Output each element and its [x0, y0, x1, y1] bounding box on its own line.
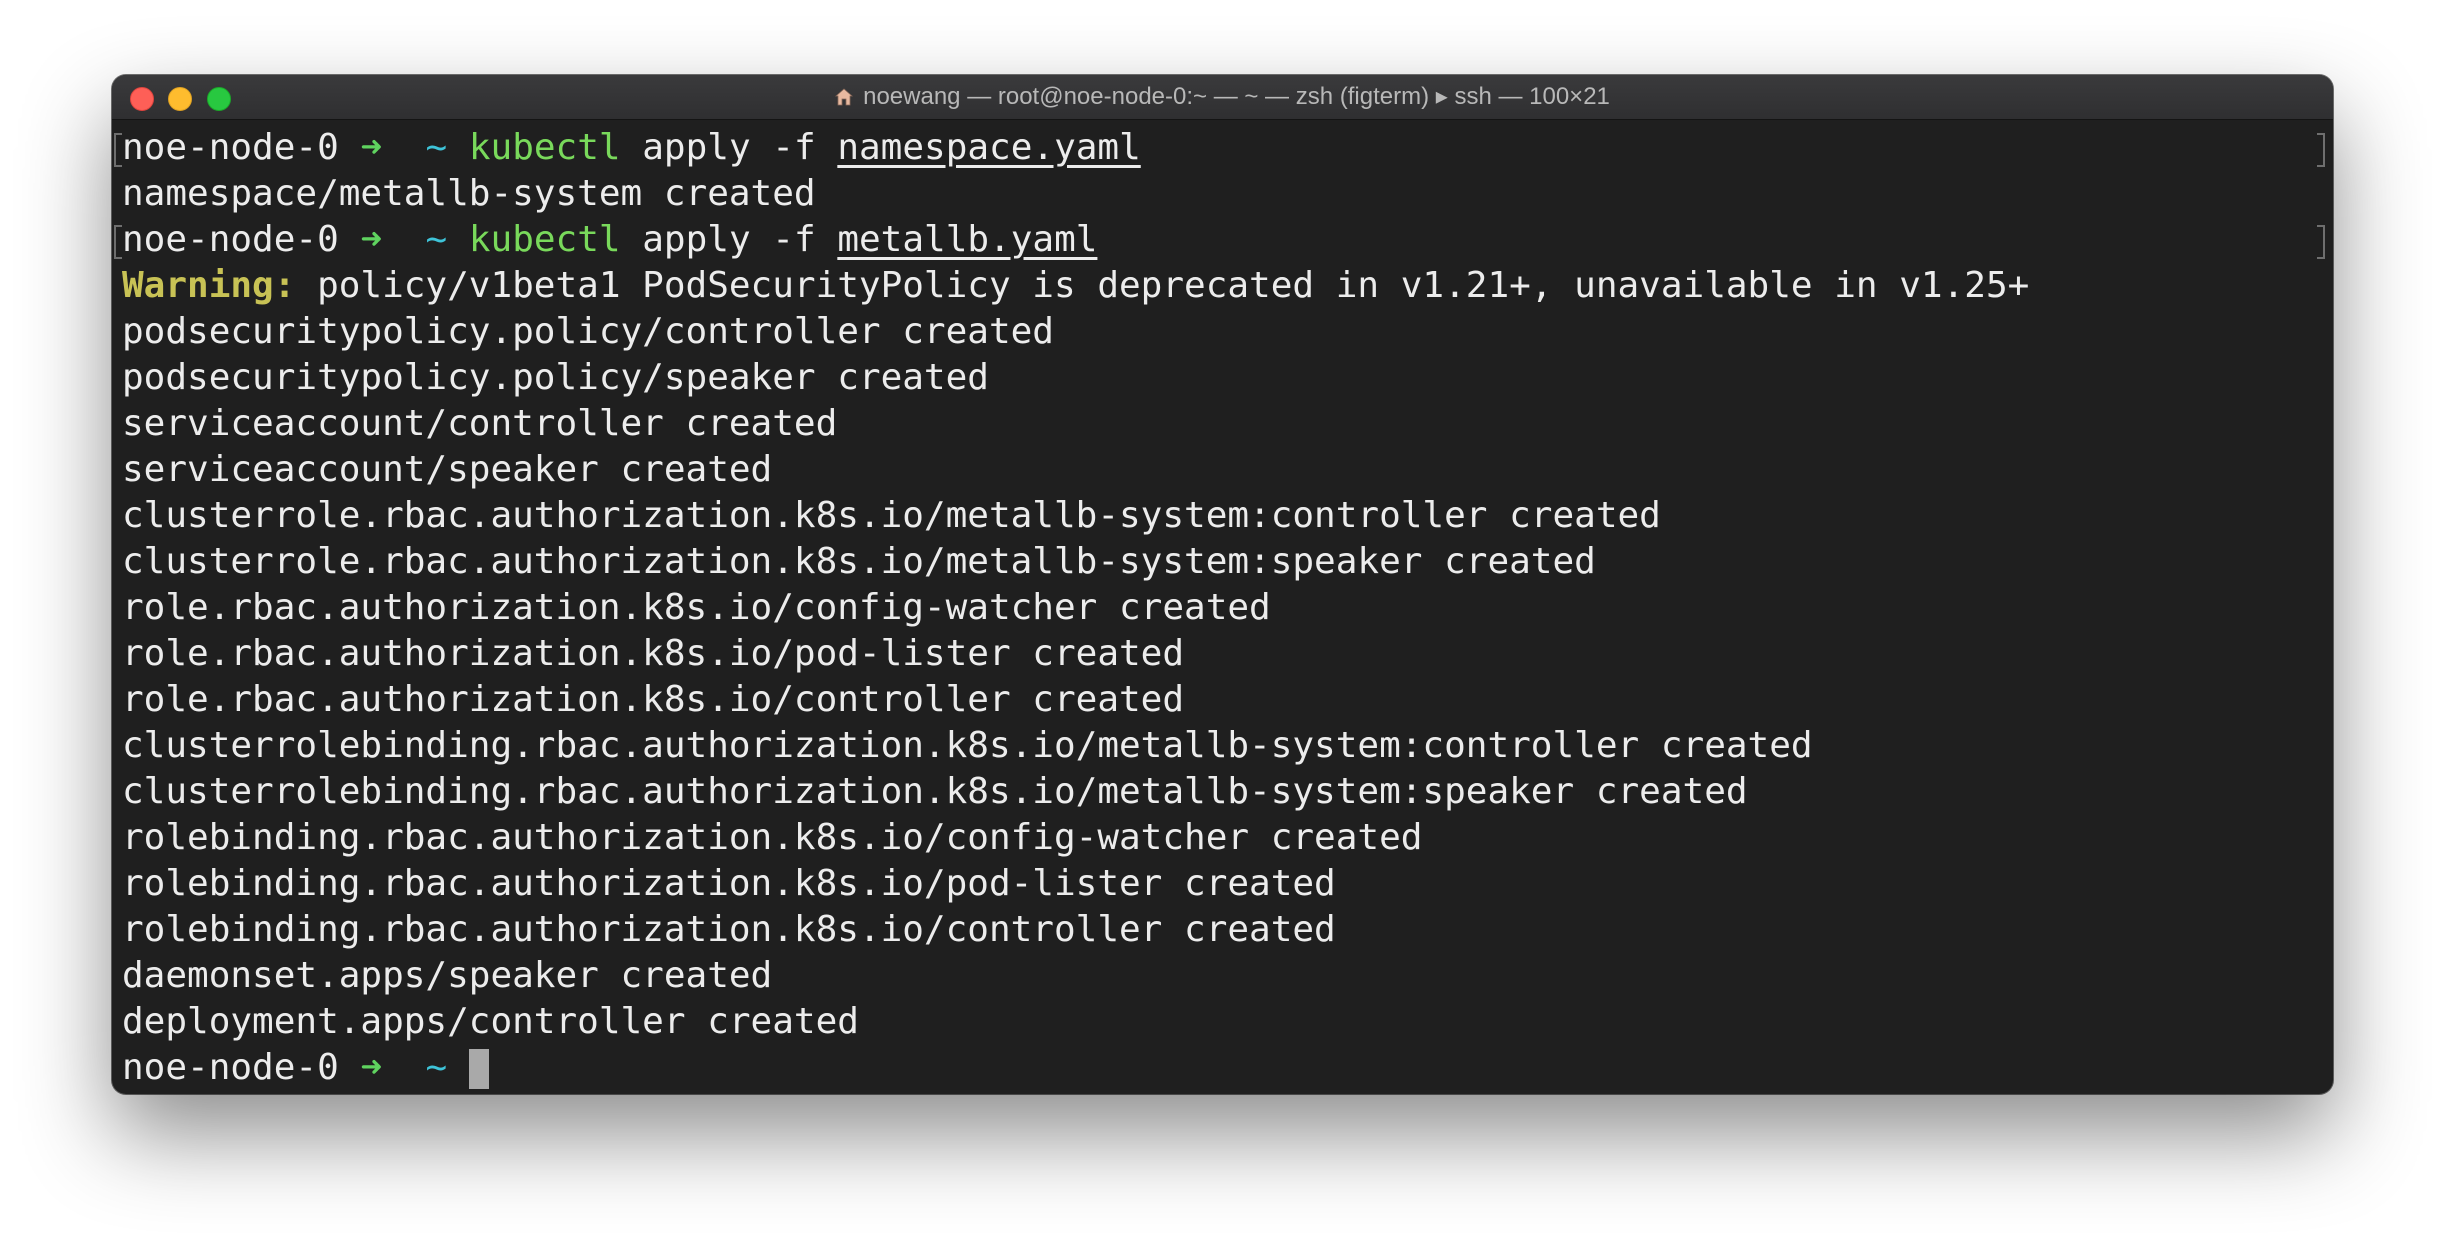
command-name: kubectl [468, 219, 621, 260]
output-text: podsecuritypolicy.policy/speaker created [122, 357, 989, 398]
output-line: role.rbac.authorization.k8s.io/controlle… [122, 677, 2323, 723]
output-line: role.rbac.authorization.k8s.io/pod-liste… [122, 631, 2323, 677]
output-line: clusterrolebinding.rbac.authorization.k8… [122, 723, 2323, 769]
prompt-host: noe-node-0 [122, 127, 339, 168]
command-name: kubectl [468, 127, 621, 168]
title-bar[interactable]: noewang — root@noe-node-0:~ — ~ — zsh (f… [112, 75, 2333, 120]
warning-label: Warning: [122, 265, 296, 306]
output-line: daemonset.apps/speaker created [122, 953, 2323, 999]
output-text: clusterrolebinding.rbac.authorization.k8… [122, 771, 1748, 812]
command-file-argument: metallb.yaml [837, 219, 1098, 260]
output-line: deployment.apps/controller created [122, 999, 2323, 1045]
terminal-output[interactable]: noe-node-0 ➜ ~ kubectl apply -f namespac… [114, 125, 2325, 1094]
warning-text: policy/v1beta1 PodSecurityPolicy is depr… [295, 265, 2030, 306]
prompt-directory: ~ [425, 127, 448, 168]
output-text: role.rbac.authorization.k8s.io/pod-liste… [122, 633, 1185, 674]
output-line: clusterrolebinding.rbac.authorization.k8… [122, 769, 2323, 815]
output-text: namespace/metallb-system created [122, 173, 816, 214]
prompt-arrow-icon: ➜ [360, 127, 383, 168]
output-text: role.rbac.authorization.k8s.io/controlle… [122, 679, 1185, 720]
output-text: serviceaccount/controller created [122, 403, 838, 444]
output-text: rolebinding.rbac.authorization.k8s.io/co… [122, 909, 1336, 950]
terminal-window: noewang — root@noe-node-0:~ — ~ — zsh (f… [112, 75, 2333, 1094]
prompt-arrow-icon: ➜ [360, 219, 383, 260]
output-line: serviceaccount/speaker created [122, 447, 2323, 493]
output-line: podsecuritypolicy.policy/controller crea… [122, 309, 2323, 355]
command-line: noe-node-0 ➜ ~ kubectl apply -f namespac… [114, 125, 2325, 171]
output-text: serviceaccount/speaker created [122, 449, 773, 490]
output-text: rolebinding.rbac.authorization.k8s.io/po… [122, 863, 1336, 904]
output-line: serviceaccount/controller created [122, 401, 2323, 447]
output-line: rolebinding.rbac.authorization.k8s.io/po… [122, 861, 2323, 907]
command-line: noe-node-0 ➜ ~ kubectl apply -f metallb.… [114, 217, 2325, 263]
window-title-text: noewang — root@noe-node-0:~ — ~ — zsh (f… [863, 83, 1610, 110]
output-line: rolebinding.rbac.authorization.k8s.io/co… [122, 815, 2323, 861]
warning-line: Warning: policy/v1beta1 PodSecurityPolic… [122, 263, 2323, 309]
output-line: podsecuritypolicy.policy/speaker created [122, 355, 2323, 401]
output-text: rolebinding.rbac.authorization.k8s.io/co… [122, 817, 1423, 858]
prompt-host: noe-node-0 [122, 1047, 339, 1088]
output-text: daemonset.apps/speaker created [122, 955, 773, 996]
active-prompt-line: noe-node-0 ➜ ~ [122, 1045, 2323, 1091]
output-line: clusterrole.rbac.authorization.k8s.io/me… [122, 539, 2323, 585]
output-line: role.rbac.authorization.k8s.io/config-wa… [122, 585, 2323, 631]
prompt-host: noe-node-0 [122, 219, 339, 260]
mark-bracket-left [114, 133, 122, 167]
output-text: clusterrole.rbac.authorization.k8s.io/me… [122, 541, 1596, 582]
output-text: deployment.apps/controller created [122, 1001, 859, 1042]
prompt-arrow-icon: ➜ [360, 1047, 383, 1088]
output-text: clusterrole.rbac.authorization.k8s.io/me… [122, 495, 1661, 536]
mark-bracket-left [114, 225, 122, 259]
prompt-directory: ~ [425, 219, 448, 260]
window-title: noewang — root@noe-node-0:~ — ~ — zsh (f… [112, 75, 2333, 119]
output-line: rolebinding.rbac.authorization.k8s.io/co… [122, 907, 2323, 953]
output-text: clusterrolebinding.rbac.authorization.k8… [122, 725, 1813, 766]
output-line: clusterrole.rbac.authorization.k8s.io/me… [122, 493, 2323, 539]
mark-bracket-right [2317, 225, 2325, 259]
prompt-directory: ~ [425, 1047, 448, 1088]
output-line: namespace/metallb-system created [122, 171, 2323, 217]
text-cursor [468, 1049, 489, 1089]
command-file-argument: namespace.yaml [837, 127, 1141, 168]
command-args: apply -f [620, 127, 838, 168]
output-text: role.rbac.authorization.k8s.io/config-wa… [122, 587, 1271, 628]
output-text: podsecuritypolicy.policy/controller crea… [122, 311, 1054, 352]
command-args: apply -f [620, 219, 838, 260]
home-icon [835, 88, 854, 106]
mark-bracket-right [2317, 133, 2325, 167]
